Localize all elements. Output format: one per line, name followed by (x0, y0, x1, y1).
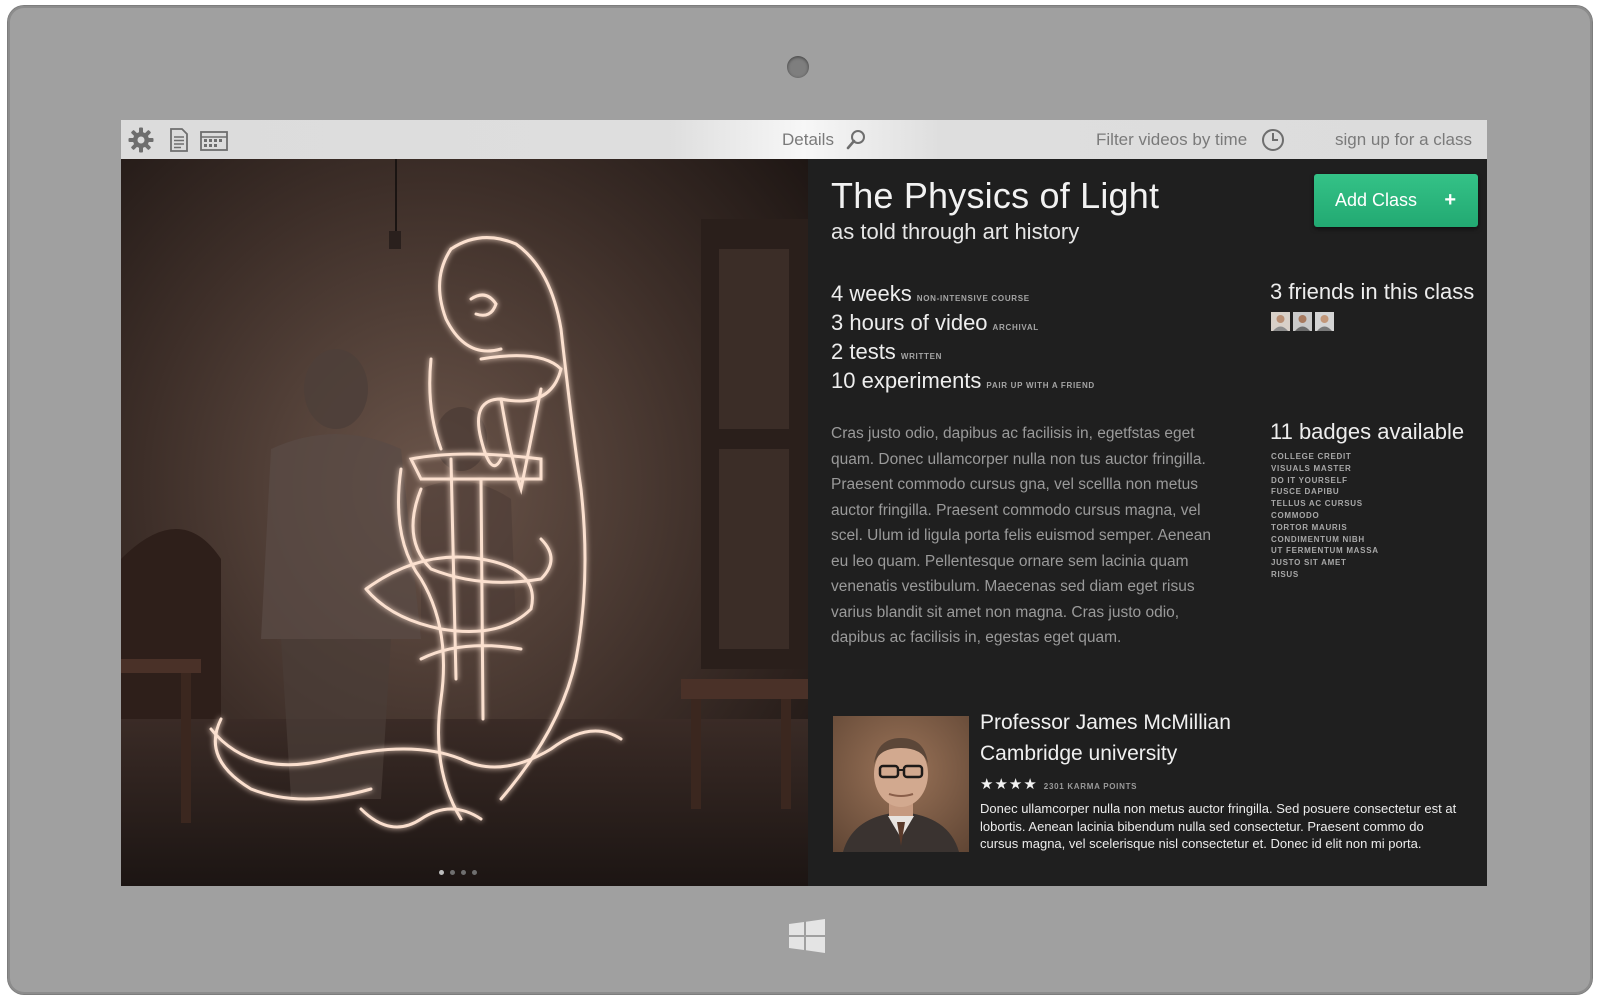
stat-experiments: 10 experiments pair up with a friend (831, 366, 1095, 395)
friend-avatar[interactable] (1315, 312, 1334, 331)
stat-note: pair up with a friend (986, 381, 1095, 390)
professor-name[interactable]: Professor James McMillian (980, 711, 1231, 735)
pager-dot[interactable] (461, 870, 466, 875)
badge-item: fusce dapibu (1271, 487, 1340, 497)
star-rating-icon: ★★★★ (980, 776, 1038, 793)
add-class-label: Add Class (1335, 190, 1418, 210)
pager-dot[interactable] (439, 870, 444, 875)
badges-title: 11 badges available (1270, 419, 1465, 444)
stat-note: written (900, 352, 943, 361)
professor-photo[interactable] (833, 716, 969, 852)
stat-value: 2 tests (831, 339, 896, 364)
badge-item: justo sit amet (1271, 558, 1347, 568)
course-subtitle: as told through art history (831, 219, 1080, 244)
badge-item: do it yourself (1271, 475, 1348, 485)
stat-value: 10 experiments (831, 368, 982, 393)
course-title: The Physics of Light (831, 175, 1160, 216)
stat-weeks: 4 weeks non-intensive course (831, 279, 1095, 308)
pager-dot[interactable] (450, 870, 455, 875)
document-icon[interactable] (165, 126, 193, 154)
camera-icon (787, 56, 809, 78)
app-screen: Details Filter videos by time sign up fo… (121, 120, 1487, 886)
badge-item: tellus ac cursus (1271, 499, 1363, 509)
course-stats: 4 weeks non-intensive course 3 hours of v… (831, 279, 1095, 395)
course-details-panel: The Physics of Light as told through art… (808, 159, 1487, 886)
add-class-button[interactable]: Add Class + (1314, 174, 1478, 227)
filter-videos-link[interactable]: Filter videos by time (1096, 120, 1247, 159)
details-label[interactable]: Details (782, 120, 834, 159)
badge-item: tortor mauris (1271, 522, 1348, 532)
clock-icon[interactable] (1261, 128, 1285, 152)
karma-points: 2301 karma points (1043, 782, 1138, 791)
gear-icon[interactable] (127, 126, 155, 154)
tablet-device-frame: Details Filter videos by time sign up fo… (8, 6, 1592, 994)
app-bar: Details Filter videos by time sign up fo… (121, 120, 1487, 160)
gallery-pager (439, 862, 483, 875)
professor-rating: ★★★★ 2301 karma points (980, 775, 1137, 794)
professor-university: Cambridge university (980, 742, 1178, 765)
badge-item: visuals master (1271, 463, 1352, 473)
friends-title: 3 friends in this class (1270, 279, 1475, 304)
friend-avatar[interactable] (1293, 312, 1312, 331)
sign-up-link[interactable]: sign up for a class (1335, 120, 1472, 159)
badge-item: ut fermentum massa (1271, 546, 1379, 556)
badge-item: risus (1271, 569, 1299, 579)
stat-note: non-intensive course (916, 294, 1030, 303)
badge-item: condimentum nibh (1271, 534, 1365, 544)
stat-video-hours: 3 hours of video archival (831, 308, 1095, 337)
badge-item: college credit (1271, 452, 1352, 461)
stat-value: 3 hours of video (831, 310, 988, 335)
friend-avatar[interactable] (1271, 312, 1290, 331)
course-description: Cras justo odio, dapibus ac facilisis in… (831, 425, 1211, 646)
pager-dot[interactable] (472, 870, 477, 875)
search-icon[interactable] (844, 128, 868, 152)
hero-photo[interactable] (121, 159, 808, 886)
badges-list: college credit visuals master do it your… (1271, 451, 1379, 581)
friend-avatars (1271, 312, 1337, 332)
stat-tests: 2 tests written (831, 337, 1095, 366)
calendar-icon[interactable] (199, 126, 229, 154)
windows-logo-icon[interactable] (788, 918, 826, 954)
stat-value: 4 weeks (831, 281, 912, 306)
stat-note: archival (992, 323, 1039, 332)
professor-bio: Donec ullamcorper nulla non metus auctor… (980, 801, 1457, 851)
badge-item: commodo (1271, 510, 1320, 520)
plus-icon: + (1444, 189, 1456, 211)
